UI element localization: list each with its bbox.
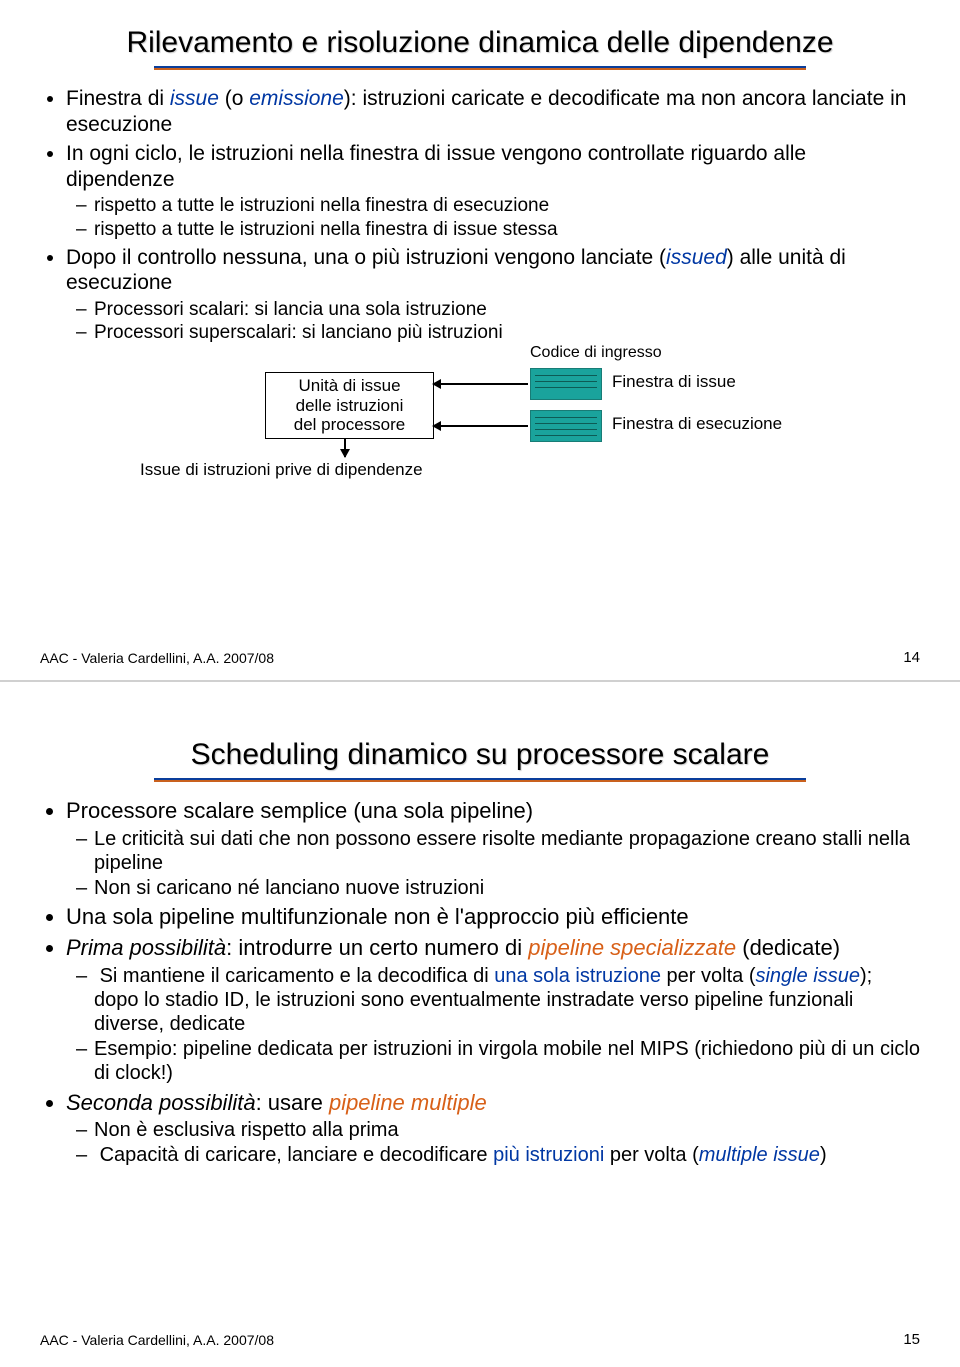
sub-item: Processori superscalari: si lanciano più…	[94, 321, 920, 344]
sub-item: rispetto a tutte le istruzioni nella fin…	[94, 194, 920, 217]
sub-item: Si mantiene il caricamento e la decodifi…	[94, 964, 920, 1037]
bullet-item: Prima possibilità: introdurre un certo n…	[66, 935, 920, 1086]
term-emissione: emissione	[249, 87, 344, 110]
term-prima: Prima possibilità	[66, 935, 226, 960]
sub-list: rispetto a tutte le istruzioni nella fin…	[66, 194, 920, 240]
sub-item: rispetto a tutte le istruzioni nella fin…	[94, 218, 920, 241]
term-issued: issued	[666, 246, 727, 269]
text: In ogni ciclo, le istruzioni nella fines…	[66, 142, 806, 191]
text: : introdurre un certo numero di	[226, 935, 528, 960]
term-piu-istr: più istruzioni	[493, 1144, 604, 1166]
slide-1: Rilevamento e risoluzione dinamica delle…	[0, 0, 960, 680]
slide-footer: AAC - Valeria Cardellini, A.A. 2007/08 1…	[40, 649, 920, 666]
text: Unità di issue	[272, 376, 427, 396]
bullet-item: Dopo il controllo nessuna, una o più ist…	[66, 245, 920, 345]
diagram-label-ingresso: Codice di ingresso	[530, 344, 662, 362]
term-una-sola: una sola istruzione	[494, 965, 661, 987]
issue-diagram: Codice di ingresso Unità di issue delle …	[140, 348, 860, 478]
text: (dedicate)	[736, 935, 840, 960]
sub-item: Esempio: pipeline dedicata per istruzion…	[94, 1037, 920, 1086]
text: Dopo il controllo nessuna, una o più ist…	[66, 246, 666, 269]
text: (o	[219, 87, 249, 110]
text: delle istruzioni	[272, 396, 427, 416]
bullet-list: Finestra di issue (o emissione): istruzi…	[40, 86, 920, 344]
arrow-down-icon	[344, 439, 346, 457]
bullet-item: Una sola pipeline multifunzionale non è …	[66, 904, 920, 931]
sub-list: Le criticità sui dati che non possono es…	[66, 827, 920, 900]
diagram-queue-issue	[530, 368, 602, 400]
sub-item: Capacità di caricare, lanciare e decodif…	[94, 1143, 920, 1167]
sub-item: Non si caricano né lanciano nuove istruz…	[94, 876, 920, 900]
arrow-icon	[433, 383, 528, 385]
text: Si mantiene il caricamento e la decodifi…	[100, 965, 495, 987]
footer-credit: AAC - Valeria Cardellini, A.A. 2007/08	[40, 1332, 274, 1348]
slide-2: Scheduling dinamico su processore scalar…	[0, 682, 960, 1362]
term-seconda: Seconda possibilità	[66, 1090, 256, 1115]
bullet-item: Finestra di issue (o emissione): istruzi…	[66, 86, 920, 137]
diagram-label-finestra-esec: Finestra di esecuzione	[612, 414, 782, 434]
text: del processore	[272, 415, 427, 435]
page-number: 14	[903, 649, 920, 666]
sub-item: Le criticità sui dati che non possono es…	[94, 827, 920, 876]
text: per volta (	[604, 1144, 698, 1166]
text: per volta (	[661, 965, 755, 987]
title-underline	[154, 66, 805, 70]
arrow-icon	[433, 425, 528, 427]
slide-footer: AAC - Valeria Cardellini, A.A. 2007/08 1…	[40, 1331, 920, 1348]
sub-list: Non è esclusiva rispetto alla prima Capa…	[66, 1118, 920, 1167]
sub-item: Non è esclusiva rispetto alla prima	[94, 1118, 920, 1142]
bullet-list: Processore scalare semplice (una sola pi…	[40, 798, 920, 1167]
footer-credit: AAC - Valeria Cardellini, A.A. 2007/08	[40, 650, 274, 666]
text: : usare	[256, 1090, 329, 1115]
sub-list: Si mantiene il caricamento e la decodifi…	[66, 964, 920, 1086]
diagram-label-finestra-issue: Finestra di issue	[612, 372, 736, 392]
text: Processore scalare semplice (una sola pi…	[66, 798, 533, 823]
term-multiple-issue: multiple issue	[699, 1144, 820, 1166]
term-issue: issue	[170, 87, 219, 110]
term-pipeline-spec: pipeline specializzate	[528, 935, 736, 960]
sub-list: Processori scalari: si lancia una sola i…	[66, 298, 920, 344]
text: Capacità di caricare, lanciare e decodif…	[100, 1144, 494, 1166]
term-single-issue: single issue	[755, 965, 860, 987]
diagram-issue-unit-box: Unità di issue delle istruzioni del proc…	[265, 372, 434, 439]
page-number: 15	[903, 1331, 920, 1348]
slide-title: Rilevamento e risoluzione dinamica delle…	[40, 26, 920, 60]
slide-title: Scheduling dinamico su processore scalar…	[40, 738, 920, 772]
term-pipeline-mult: pipeline multiple	[329, 1090, 487, 1115]
bullet-item: Seconda possibilità: usare pipeline mult…	[66, 1090, 920, 1168]
diagram-bottom-label: Issue di istruzioni prive di dipendenze	[140, 460, 423, 480]
title-underline	[154, 778, 805, 782]
bullet-item: In ogni ciclo, le istruzioni nella fines…	[66, 141, 920, 241]
text: )	[820, 1144, 827, 1166]
text: Finestra di	[66, 87, 170, 110]
sub-item: Processori scalari: si lancia una sola i…	[94, 298, 920, 321]
bullet-item: Processore scalare semplice (una sola pi…	[66, 798, 920, 900]
diagram-queue-exec	[530, 410, 602, 442]
